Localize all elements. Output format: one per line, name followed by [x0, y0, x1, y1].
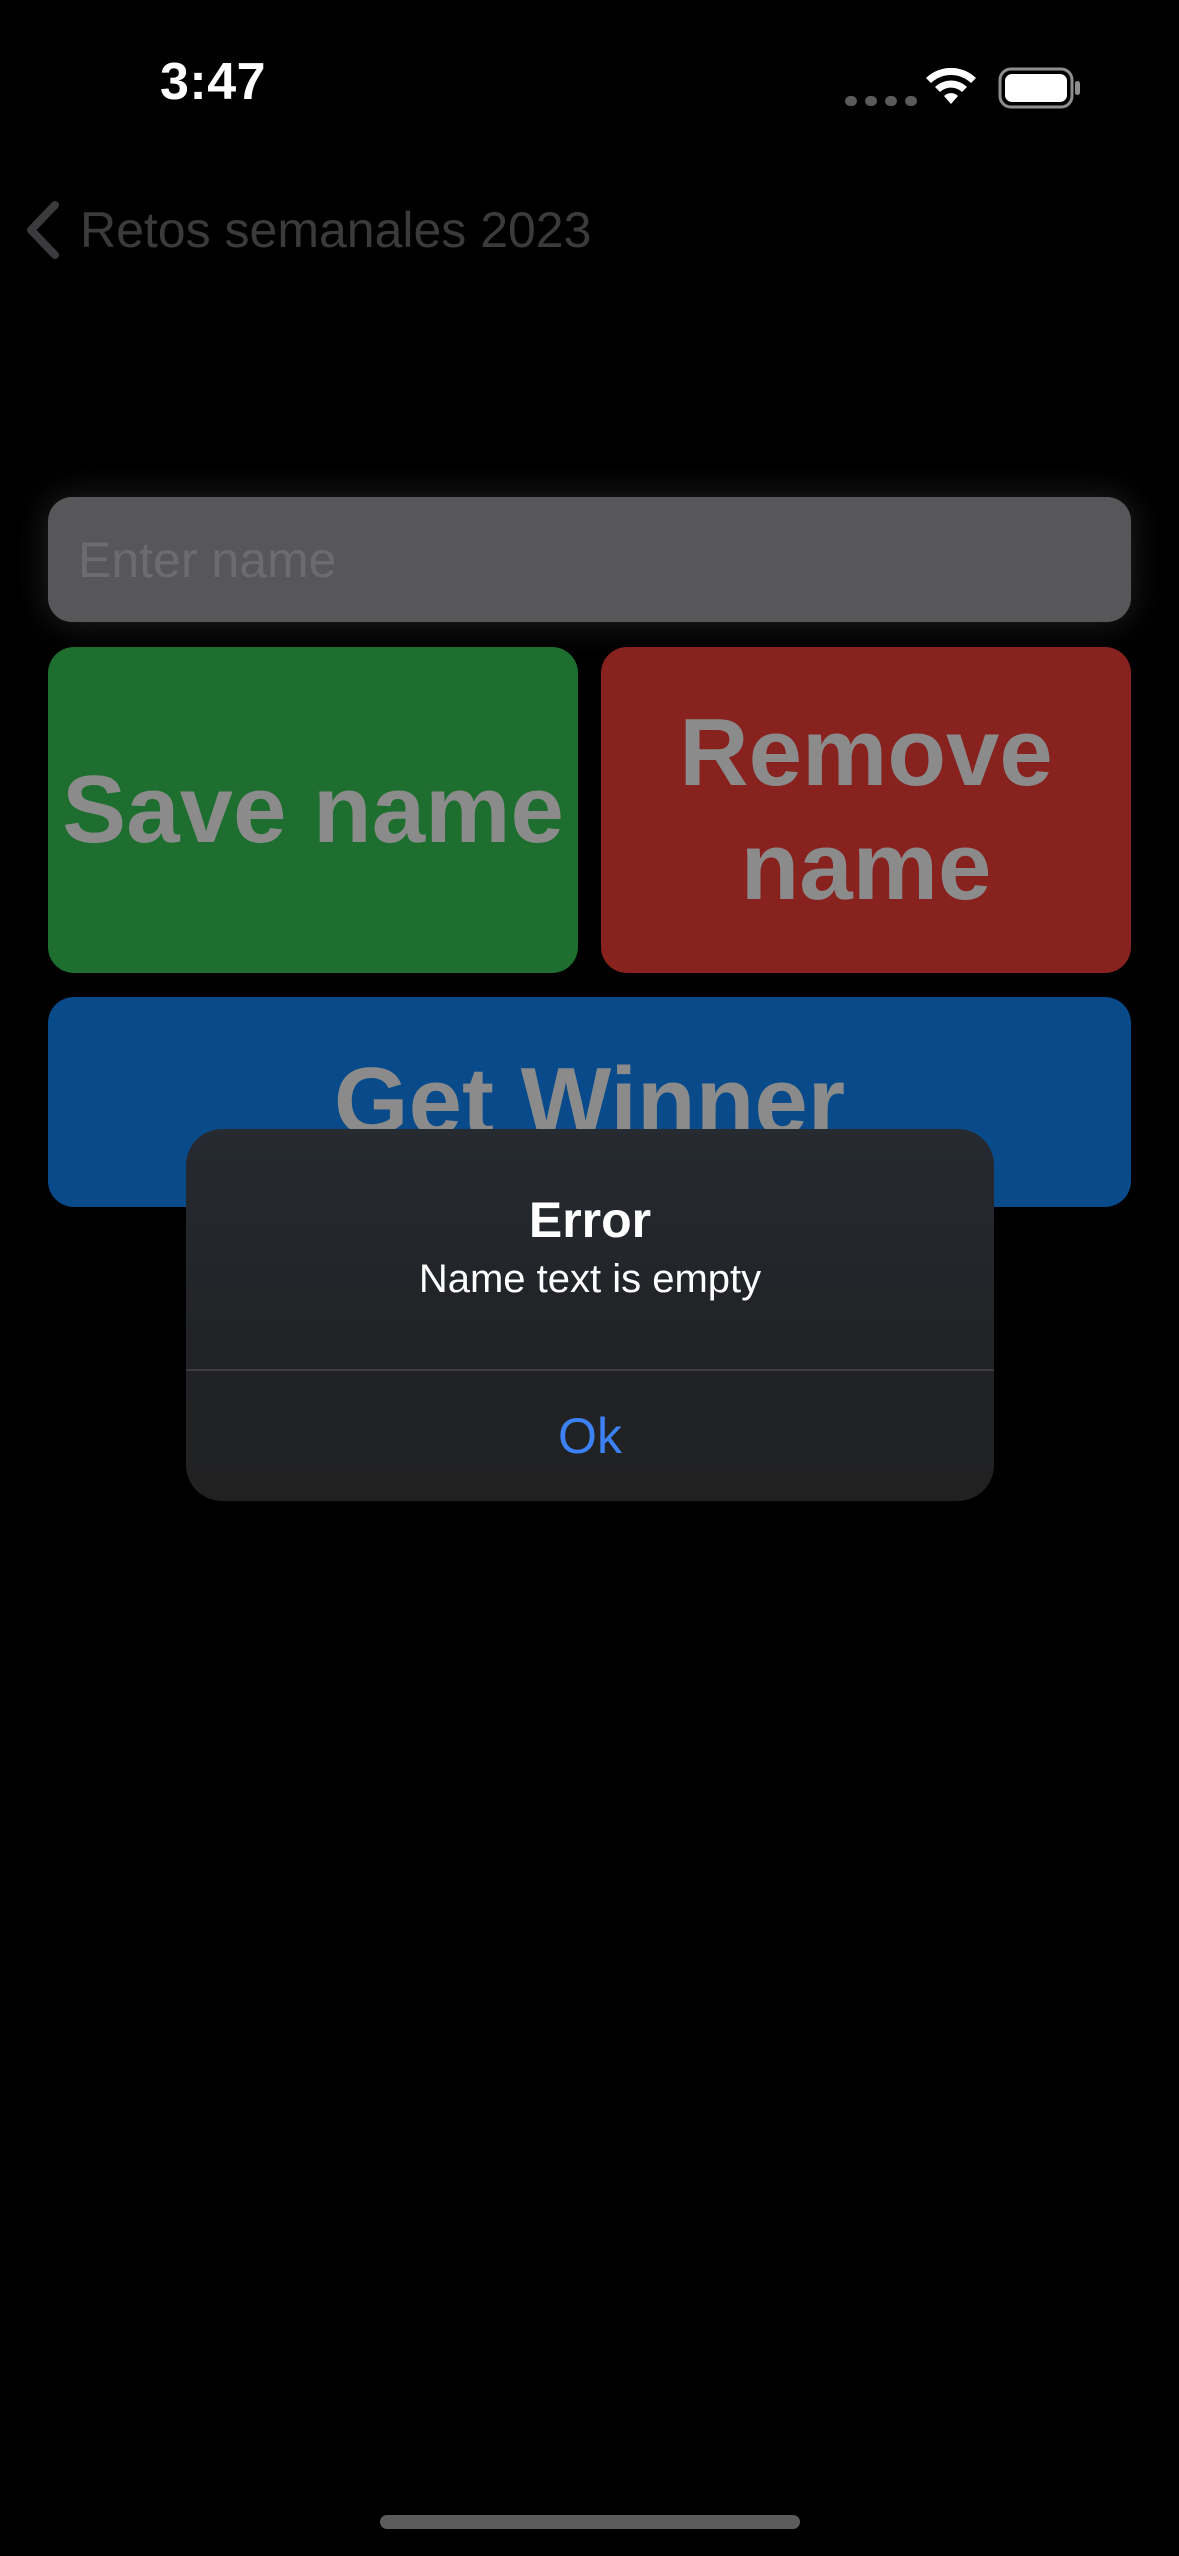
remove-name-label: Remove name [679, 699, 1053, 920]
save-name-button[interactable]: Save name [48, 647, 578, 973]
app-screen: 3:47 Retos semanales 2023 Save name Remo… [0, 0, 1179, 2556]
chevron-left-icon [27, 201, 59, 259]
ok-button[interactable]: Ok [186, 1371, 994, 1501]
home-indicator[interactable] [380, 2515, 800, 2529]
alert-message: Name text is empty [418, 1257, 762, 1301]
status-time: 3:47 [160, 53, 267, 111]
cellular-signal-icon [845, 96, 917, 106]
remove-name-button[interactable]: Remove name [601, 647, 1131, 973]
name-input[interactable] [48, 497, 1131, 622]
alert-title: Error [528, 1192, 652, 1248]
back-button-label: Retos semanales 2023 [80, 202, 592, 258]
wifi-icon [926, 68, 976, 104]
back-button[interactable]: Retos semanales 2023 [22, 190, 591, 270]
battery-icon [998, 67, 1080, 109]
error-alert: Error Name text is empty Ok [186, 1129, 994, 1501]
save-name-label: Save name [62, 756, 564, 863]
